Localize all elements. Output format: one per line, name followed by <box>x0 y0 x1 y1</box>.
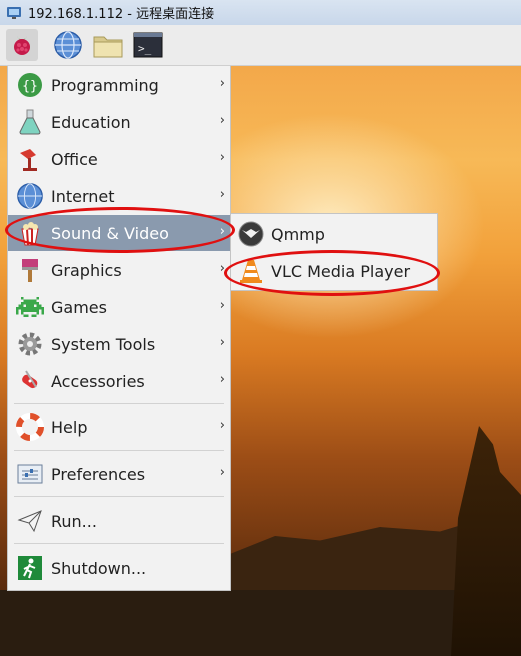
submenu-arrow-icon: › <box>219 150 225 165</box>
menu-item-label: Graphics <box>51 260 122 280</box>
submenu-arrow-icon: › <box>219 335 225 350</box>
window-title: 192.168.1.112 - 远程桌面连接 <box>28 7 215 22</box>
highlight-ellipse-sound-video <box>5 207 235 253</box>
swiss-knife-icon <box>14 365 46 397</box>
raspberry-menu-button[interactable] <box>6 29 38 61</box>
menu-item-label: Programming <box>51 75 159 95</box>
menu-item-run[interactable]: Run... <box>8 503 230 539</box>
wallpaper-rock <box>451 426 521 656</box>
web-browser-button[interactable] <box>52 29 84 61</box>
submenu-arrow-icon: › <box>219 187 225 202</box>
menu-item-label: Office <box>51 149 98 169</box>
menu-separator <box>14 543 224 544</box>
menu-item-graphics[interactable]: Graphics › <box>8 252 230 288</box>
file-manager-button[interactable] <box>92 29 124 61</box>
qmmp-icon <box>235 218 267 250</box>
submenu-arrow-icon: › <box>219 418 225 433</box>
menu-item-label: Shutdown... <box>51 558 147 578</box>
remote-desktop-icon <box>7 6 21 19</box>
submenu-item-qmmp[interactable]: Qmmp <box>231 216 437 252</box>
terminal-icon: >_ <box>133 32 163 58</box>
top-panel: >_ <box>0 25 521 66</box>
menu-item-label: Education <box>51 112 131 132</box>
menu-item-label: Internet <box>51 186 115 206</box>
folder-icon <box>93 36 123 58</box>
raspberry-icon <box>14 36 30 55</box>
menu-item-programming[interactable]: {} Programming › <box>8 67 230 103</box>
submenu-arrow-icon: › <box>219 298 225 313</box>
menu-item-system-tools[interactable]: System Tools › <box>8 326 230 362</box>
svg-text:>_: >_ <box>138 42 152 55</box>
menu-item-games[interactable]: Games › <box>8 289 230 325</box>
highlight-ellipse-vlc <box>224 250 440 296</box>
submenu-item-label: Qmmp <box>271 224 325 244</box>
gear-icon <box>14 328 46 360</box>
exit-icon <box>14 552 46 584</box>
menu-item-preferences[interactable]: Preferences › <box>8 456 230 492</box>
submenu-arrow-icon: › <box>219 113 225 128</box>
menu-item-label: Games <box>51 297 107 317</box>
menu-separator <box>14 403 224 404</box>
menu-item-accessories[interactable]: Accessories › <box>8 363 230 399</box>
flask-icon <box>14 106 46 138</box>
menu-item-education[interactable]: Education › <box>8 104 230 140</box>
office-icon <box>14 143 46 175</box>
submenu-arrow-icon: › <box>219 372 225 387</box>
submenu-arrow-icon: › <box>219 76 225 91</box>
menu-separator <box>14 450 224 451</box>
window-titlebar: 192.168.1.112 - 远程桌面连接 <box>0 0 521 26</box>
paintbrush-icon <box>14 254 46 286</box>
menu-separator <box>14 496 224 497</box>
programming-icon: {} <box>14 69 46 101</box>
space-invader-icon <box>14 291 46 323</box>
menu-item-label: Preferences <box>51 464 146 484</box>
preferences-icon <box>14 458 46 490</box>
application-menu: {} Programming › Education › Office › In… <box>7 66 231 591</box>
menu-item-label: Accessories <box>51 371 145 391</box>
lifebuoy-icon <box>14 411 46 443</box>
menu-item-label: System Tools <box>51 334 156 354</box>
submenu-arrow-icon: › <box>219 465 225 480</box>
menu-item-label: Help <box>51 417 88 437</box>
terminal-button[interactable]: >_ <box>132 29 164 61</box>
menu-item-label: Run... <box>51 511 97 531</box>
paper-plane-icon <box>14 505 46 537</box>
globe-icon <box>54 31 82 59</box>
menu-item-shutdown[interactable]: Shutdown... <box>8 550 230 586</box>
menu-item-help[interactable]: Help › <box>8 409 230 445</box>
svg-text:{}: {} <box>22 79 38 94</box>
globe-icon <box>14 180 46 212</box>
menu-item-office[interactable]: Office › <box>8 141 230 177</box>
